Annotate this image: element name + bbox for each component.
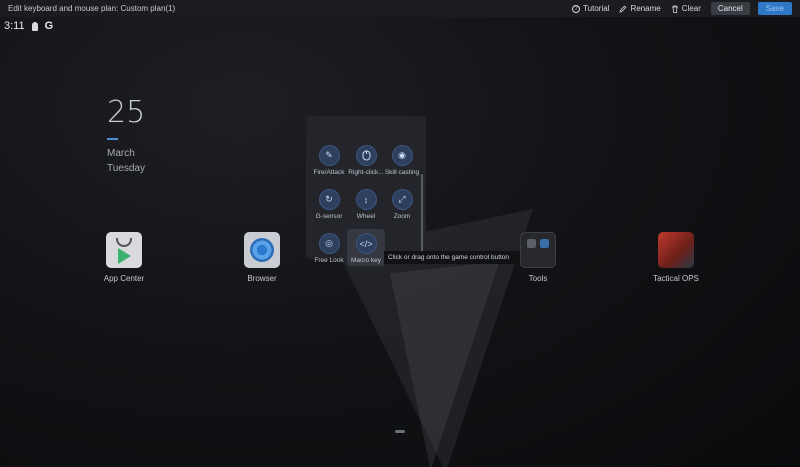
gyro-icon: ↻ <box>325 194 333 204</box>
code-icon: </> <box>359 238 373 249</box>
picker-item-label: Skill casting <box>384 169 420 176</box>
picker-item-skill-casting[interactable]: ◉ Skill casting <box>383 146 421 176</box>
app-label: Tools <box>528 274 548 283</box>
app-label: App Center <box>103 274 145 283</box>
clock-weekday: Tuesday <box>107 163 145 174</box>
clock-widget: 25 March Tuesday <box>107 95 145 176</box>
picker-item-macro-key[interactable]: </> Macro key <box>347 229 385 266</box>
picker-item-label: Fire/Attack <box>313 169 345 176</box>
fire-attack-icon: ✎ <box>325 150 333 160</box>
rename-label: Rename <box>630 4 661 13</box>
tooltip: Click or drag onto the game control butt… <box>384 251 520 264</box>
status-time: 3:11 <box>4 20 25 32</box>
clock-day: 25 <box>107 95 146 130</box>
picker-item-free-look[interactable]: ◎ Free Look <box>310 234 348 264</box>
zoom-icon: ⤢ <box>398 194 406 204</box>
trash-icon <box>671 5 679 13</box>
app-center-icon <box>106 232 142 268</box>
status-bar: 3:11 G <box>4 20 53 32</box>
tactical-ops-icon <box>658 232 694 268</box>
save-button[interactable]: Save <box>757 2 792 15</box>
mouse-icon <box>357 146 376 165</box>
plan-title: Edit keyboard and mouse plan: Custom pla… <box>8 4 176 13</box>
background-shape <box>389 261 521 467</box>
tutorial-button[interactable]: ? Tutorial <box>572 4 609 13</box>
wheel-icon: ↕ <box>363 194 369 205</box>
top-toolbar: Edit keyboard and mouse plan: Custom pla… <box>0 0 800 17</box>
skill-target-icon: ◉ <box>398 150 406 160</box>
picker-item-right-click[interactable]: Right-click... <box>347 146 385 176</box>
question-icon: ? <box>572 4 581 13</box>
picker-item-label: Wheel <box>356 213 376 220</box>
picker-item-label: Right-click... <box>348 169 384 176</box>
cancel-button[interactable]: Cancel <box>710 2 750 15</box>
picker-item-label: Zoom <box>393 213 411 220</box>
browser-app[interactable]: Browser <box>222 232 302 283</box>
picker-item-label: Free Look <box>314 257 344 264</box>
clock-month: March <box>107 148 135 159</box>
app-label: Tactical OPS <box>653 274 699 283</box>
clock-divider <box>107 138 118 140</box>
clear-button[interactable]: Clear <box>671 4 701 13</box>
eye-icon: ◎ <box>325 238 333 248</box>
home-indicator[interactable] <box>395 430 405 433</box>
app-label: Browser <box>247 274 277 283</box>
rename-button[interactable]: Rename <box>619 4 661 13</box>
picker-item-wheel[interactable]: ↕ Wheel <box>347 190 385 220</box>
picker-item-label: Macro key <box>351 257 381 264</box>
picker-item-label: G-sensor <box>315 213 343 220</box>
browser-icon <box>244 232 280 268</box>
control-picker: ✎ Fire/Attack Right-click... ◉ Skill cas… <box>306 116 426 266</box>
pencil-icon <box>619 5 627 13</box>
app-center[interactable]: App Center <box>84 232 164 283</box>
tutorial-label: Tutorial <box>583 4 610 13</box>
picker-scrollbar[interactable] <box>421 174 423 252</box>
clear-label: Clear <box>681 4 701 13</box>
tactical-ops-app[interactable]: Tactical OPS <box>636 232 716 283</box>
g-icon: G <box>44 20 54 32</box>
picker-item-zoom[interactable]: ⤢ Zoom <box>383 190 421 220</box>
picker-item-fire-attack[interactable]: ✎ Fire/Attack <box>310 146 348 176</box>
folder-icon <box>520 232 556 268</box>
picker-item-g-sensor[interactable]: ↻ G-sensor <box>310 190 348 220</box>
keyhole-icon <box>31 21 38 31</box>
